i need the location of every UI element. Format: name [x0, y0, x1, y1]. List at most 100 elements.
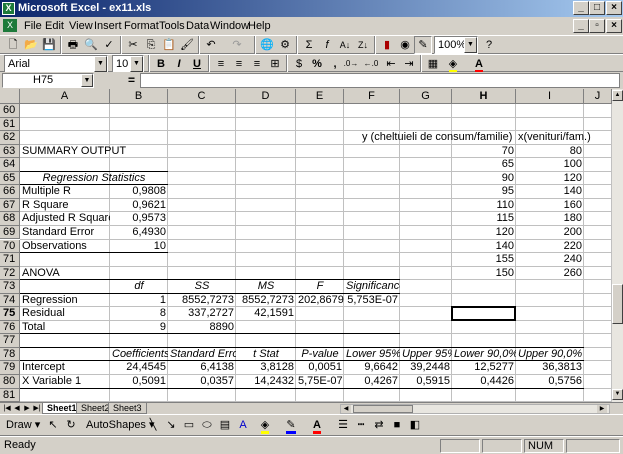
scroll-left-arrow-icon[interactable]: ◀	[341, 405, 351, 413]
workbook-icon[interactable]: X	[3, 19, 17, 32]
name-box[interactable]: H75 ▼	[2, 73, 94, 88]
cell-f73[interactable]: Significance F	[344, 280, 400, 294]
sort-ascending-icon[interactable]: A↓	[336, 36, 354, 54]
cell-d74[interactable]: 8552,7273	[236, 294, 296, 308]
cell-i65[interactable]: 120	[516, 172, 584, 186]
cell-i67[interactable]: 160	[516, 199, 584, 213]
draw-menu-button[interactable]: Draw ▾	[6, 418, 40, 431]
cell-b66[interactable]: 0,9808	[110, 185, 168, 199]
arrow-icon[interactable]: ↘	[162, 416, 180, 434]
column-header-e[interactable]: E	[296, 89, 344, 104]
function-icon[interactable]: f	[318, 36, 336, 54]
menu-view[interactable]: View	[67, 18, 95, 34]
cell-h80[interactable]: 0,4426	[452, 375, 516, 389]
cell-h64[interactable]: 65	[452, 158, 516, 172]
cell-a72[interactable]: ANOVA	[20, 267, 110, 281]
new-icon[interactable]: 🗋	[4, 36, 22, 54]
row-header-66[interactable]: 66	[0, 185, 20, 199]
row-header-61[interactable]: 61	[0, 117, 20, 132]
line-color-icon[interactable]: ✎	[282, 416, 300, 434]
cell-a69[interactable]: Standard Error	[20, 226, 110, 240]
cell-h68[interactable]: 115	[452, 212, 516, 226]
cell-i63[interactable]: 80	[516, 145, 584, 159]
open-icon[interactable]: 📂	[22, 36, 40, 54]
menu-tools[interactable]: Tools	[157, 18, 187, 34]
last-sheet-icon[interactable]: ▶|	[32, 404, 42, 414]
row-header-80[interactable]: 80	[0, 375, 20, 389]
tab-sheet3[interactable]: Sheet3	[108, 403, 147, 414]
row-header-65[interactable]: 65	[0, 171, 20, 186]
cell-a68[interactable]: Adjusted R Square	[20, 212, 110, 226]
sheet-grid[interactable]: ABCDEFGHIJ 60 61 62 63 64 65 66 67 68 69 70 71 72 73 7…	[0, 89, 612, 402]
cell-i62[interactable]: x(venituri/fam.)	[516, 131, 612, 145]
draw-font-color-icon[interactable]: A	[308, 416, 326, 434]
vertical-scrollbar[interactable]: ▲ ▼	[612, 89, 623, 402]
align-center-icon[interactable]: ≡	[230, 55, 248, 73]
cell-d75[interactable]: 42,1591	[236, 307, 296, 321]
menu-window[interactable]: Window	[208, 18, 251, 34]
cell-b79[interactable]: 24,4545	[110, 361, 168, 375]
doc-close-button[interactable]: ×	[606, 19, 622, 33]
line-style-icon[interactable]: ☰	[334, 416, 352, 434]
cell-a66[interactable]: Multiple R	[20, 185, 110, 199]
font-color-icon[interactable]: A	[470, 55, 488, 73]
line-icon[interactable]: ╲	[144, 416, 162, 434]
row-header-67[interactable]: 67	[0, 198, 20, 213]
cell-e79[interactable]: 0,0051	[296, 361, 344, 375]
scroll-down-arrow-icon[interactable]: ▼	[612, 389, 623, 400]
free-rotate-icon[interactable]: ↻	[62, 416, 80, 434]
cell-d73[interactable]: MS	[236, 280, 296, 294]
bold-button[interactable]: B	[152, 55, 170, 73]
cell-f74[interactable]: 5,753E-07	[344, 294, 400, 308]
sort-descending-icon[interactable]: Z↓	[354, 36, 372, 54]
zoom-select[interactable]: 100% ▼	[434, 36, 478, 54]
cell-h71[interactable]: 155	[452, 253, 516, 267]
cell-c73[interactable]: SS	[168, 280, 236, 294]
row-header-68[interactable]: 68	[0, 212, 20, 226]
row-header-75[interactable]: 75	[0, 307, 20, 321]
row-header-71[interactable]: 71	[0, 253, 20, 267]
increase-decimal-icon[interactable]: .0→	[342, 55, 360, 73]
cell-i80[interactable]: 0,5756	[516, 375, 584, 389]
chart-wizard-icon[interactable]: ▮	[378, 36, 396, 54]
select-all-corner[interactable]	[0, 89, 20, 104]
cell-a63[interactable]: SUMMARY OUTPUT	[20, 145, 170, 159]
cell-c78[interactable]: Standard Error	[168, 348, 236, 362]
row-header-78[interactable]: 78	[0, 347, 20, 362]
cell-f62[interactable]: y (cheltuieli de consum/familie)	[360, 131, 520, 145]
column-header-g[interactable]: G	[400, 89, 452, 104]
cell-f80[interactable]: 0,4267	[344, 375, 400, 389]
row-header-64[interactable]: 64	[0, 158, 20, 172]
row-header-63[interactable]: 63	[0, 144, 20, 159]
vertical-scroll-thumb[interactable]	[612, 284, 623, 324]
horizontal-scrollbar[interactable]: ◀ ▶	[340, 404, 610, 414]
cell-i72[interactable]: 260	[516, 267, 584, 281]
formula-input[interactable]	[140, 73, 620, 88]
cell-c76[interactable]: 8890	[168, 321, 236, 335]
autosum-icon[interactable]: Σ	[300, 36, 318, 54]
column-header-b[interactable]: B	[110, 89, 168, 104]
minimize-button[interactable]: _	[573, 1, 589, 15]
cell-i78[interactable]: Upper 90,0%	[516, 348, 584, 362]
row-header-79[interactable]: 79	[0, 361, 20, 375]
map-icon[interactable]: ◉	[396, 36, 414, 54]
cell-h69[interactable]: 120	[452, 226, 516, 240]
column-header-f[interactable]: F	[344, 89, 400, 104]
cell-b67[interactable]: 0,9621	[110, 199, 168, 213]
borders-icon[interactable]: ▦	[424, 55, 442, 73]
draw-fill-color-icon[interactable]: ◈	[256, 416, 274, 434]
first-sheet-icon[interactable]: |◀	[2, 404, 12, 414]
drawing-icon[interactable]: ✎	[414, 36, 432, 54]
cell-a75[interactable]: Residual	[20, 307, 110, 321]
close-button[interactable]: ×	[606, 1, 622, 15]
oval-icon[interactable]: ⬭	[198, 416, 216, 434]
cut-icon[interactable]: ✂	[124, 36, 142, 54]
menu-edit[interactable]: Edit	[43, 18, 66, 34]
cell-b65[interactable]: Regression Statistics	[20, 172, 168, 186]
cell-e80[interactable]: 5,75E-07	[296, 375, 344, 389]
row-header-73[interactable]: 73	[0, 280, 20, 294]
row-header-81[interactable]: 81	[0, 388, 20, 402]
increase-indent-icon[interactable]: ⇥	[400, 55, 418, 73]
doc-minimize-button[interactable]: _	[573, 19, 589, 33]
row-header-76[interactable]: 76	[0, 320, 20, 335]
